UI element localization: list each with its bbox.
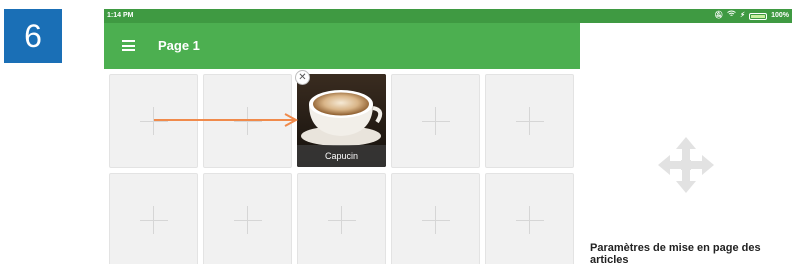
battery-icon: [749, 12, 768, 20]
status-icons: 🔕︎ ⚡︎ 100%: [714, 9, 789, 23]
panel-title: Paramètres de mise en page des articles: [590, 242, 761, 264]
battery-percent: 100%: [771, 12, 789, 19]
item-layout-grid: Capucin ✕: [104, 69, 580, 264]
bell-off-icon: 🔕︎: [714, 12, 724, 19]
status-time: 1:14 PM: [107, 12, 134, 19]
move-icon: [658, 137, 714, 193]
wifi-icon: [727, 9, 736, 23]
page-title: Page 1: [158, 38, 200, 53]
step-number-badge: 6: [4, 9, 62, 63]
screenshot-stage: 6 1:14 PM 🔕︎ ⚡︎ 100% Page 1 Capucin ✕ Pa…: [0, 0, 792, 264]
drag-arrow-annotation: [154, 113, 299, 127]
hamburger-menu-icon[interactable]: [122, 40, 135, 51]
charging-icon: ⚡︎: [740, 12, 746, 19]
status-bar: 1:14 PM 🔕︎ ⚡︎ 100%: [104, 9, 792, 23]
app-bar: Page 1: [104, 23, 580, 69]
tablet-screen: 1:14 PM 🔕︎ ⚡︎ 100% Page 1 Capucin ✕ Para…: [104, 9, 792, 264]
layout-settings-panel: Paramètres de mise en page des articles: [580, 23, 792, 264]
